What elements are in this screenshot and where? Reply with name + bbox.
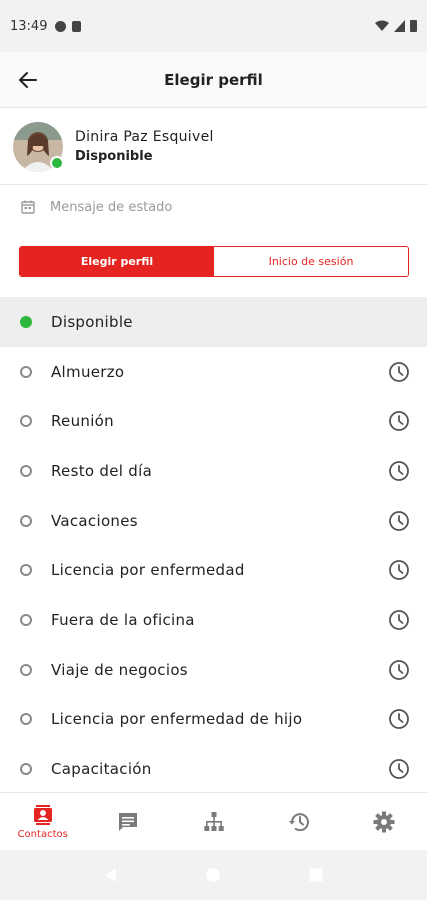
status-bar: 13:49	[0, 0, 427, 52]
status-option-disponible[interactable]: Disponible	[0, 297, 427, 347]
clock-icon[interactable]	[388, 559, 410, 581]
status-message-row	[0, 186, 427, 228]
sd-card-icon	[72, 20, 82, 32]
tab-inicio-de-sesion[interactable]: Inicio de sesión	[214, 247, 408, 276]
status-option-label: Reunión	[51, 412, 114, 431]
chat-icon	[119, 812, 138, 831]
clock-icon[interactable]	[388, 510, 410, 532]
presence-indicator	[50, 155, 64, 170]
radio-unselected[interactable]	[20, 514, 32, 527]
status-option-label: Resto del día	[51, 461, 153, 480]
system-nav-bar	[0, 850, 427, 900]
org-chart-icon	[203, 811, 224, 831]
radio-unselected[interactable]	[20, 464, 32, 477]
status-list: Disponible Almuerzo Reunión Resto del dí…	[0, 297, 427, 794]
status-option-label: Licencia por enfermedad	[51, 561, 245, 580]
radio-unselected[interactable]	[20, 663, 32, 676]
wifi-icon	[375, 20, 389, 31]
recents-square-icon[interactable]	[308, 867, 324, 883]
nav-org-chart[interactable]	[171, 793, 256, 850]
status-option-label: Almuerzo	[51, 362, 125, 381]
radio-unselected[interactable]	[20, 415, 32, 428]
calendar-icon	[21, 200, 35, 214]
status-option-capacitacion[interactable]: Capacitación	[0, 744, 427, 794]
status-option-label: Vacaciones	[51, 511, 138, 530]
clock-icon[interactable]	[388, 659, 410, 681]
radio-unselected[interactable]	[20, 365, 32, 378]
clock-icon[interactable]	[388, 460, 410, 482]
status-message-input[interactable]	[50, 199, 370, 215]
status-option-licencia-por-enfermedad[interactable]: Licencia por enfermedad	[0, 545, 427, 595]
radio-selected[interactable]	[20, 315, 32, 328]
settings-icon	[373, 811, 395, 832]
clock-icon[interactable]	[388, 758, 410, 780]
status-option-label: Fuera de la oficina	[51, 610, 195, 629]
bottom-nav: Contactos	[0, 792, 427, 850]
status-option-vacaciones[interactable]: Vacaciones	[0, 496, 427, 546]
home-circle-icon[interactable]	[205, 867, 221, 883]
history-icon	[288, 812, 309, 831]
battery-icon	[410, 20, 417, 32]
status-option-label: Viaje de negocios	[51, 660, 188, 679]
status-option-viaje-de-negocios[interactable]: Viaje de negocios	[0, 645, 427, 695]
back-triangle-icon[interactable]	[103, 867, 119, 883]
page-title: Elegir perfil	[164, 70, 263, 89]
status-option-reunion[interactable]: Reunión	[0, 396, 427, 446]
radio-unselected[interactable]	[20, 713, 32, 726]
status-time: 13:49	[10, 18, 48, 34]
nav-contactos[interactable]: Contactos	[0, 793, 85, 850]
back-button[interactable]	[0, 52, 56, 108]
clock-icon[interactable]	[388, 609, 410, 631]
profile-header: Dinira Paz Esquivel Disponible	[0, 109, 427, 185]
arrow-left-icon	[19, 71, 37, 88]
radio-unselected[interactable]	[20, 763, 32, 776]
data-saver-icon	[55, 20, 67, 32]
profile-status: Disponible	[75, 149, 153, 164]
status-option-almuerzo[interactable]: Almuerzo	[0, 347, 427, 397]
clock-icon[interactable]	[388, 410, 410, 432]
status-option-licencia-enfermedad-hijo[interactable]: Licencia por enfermedad de hijo	[0, 695, 427, 745]
clock-icon[interactable]	[388, 361, 410, 383]
radio-unselected[interactable]	[20, 613, 32, 626]
profile-tabs: Elegir perfil Inicio de sesión	[19, 246, 409, 277]
nav-label: Contactos	[17, 828, 68, 840]
status-option-fuera-de-la-oficina[interactable]: Fuera de la oficina	[0, 595, 427, 645]
status-option-resto-del-dia[interactable]: Resto del día	[0, 446, 427, 496]
tab-elegir-perfil[interactable]: Elegir perfil	[20, 247, 214, 276]
nav-history[interactable]	[256, 793, 341, 850]
radio-unselected[interactable]	[20, 564, 32, 577]
status-option-label: Disponible	[51, 312, 133, 331]
nav-chat[interactable]	[85, 793, 170, 850]
signal-icon	[394, 20, 405, 32]
profile-name: Dinira Paz Esquivel	[75, 129, 214, 145]
status-option-label: Licencia por enfermedad de hijo	[51, 710, 303, 729]
clock-icon[interactable]	[388, 708, 410, 730]
status-option-label: Capacitación	[51, 760, 152, 779]
app-bar: Elegir perfil	[0, 52, 427, 108]
contacts-icon	[33, 804, 52, 825]
nav-settings[interactable]	[342, 793, 427, 850]
avatar[interactable]	[13, 121, 64, 172]
